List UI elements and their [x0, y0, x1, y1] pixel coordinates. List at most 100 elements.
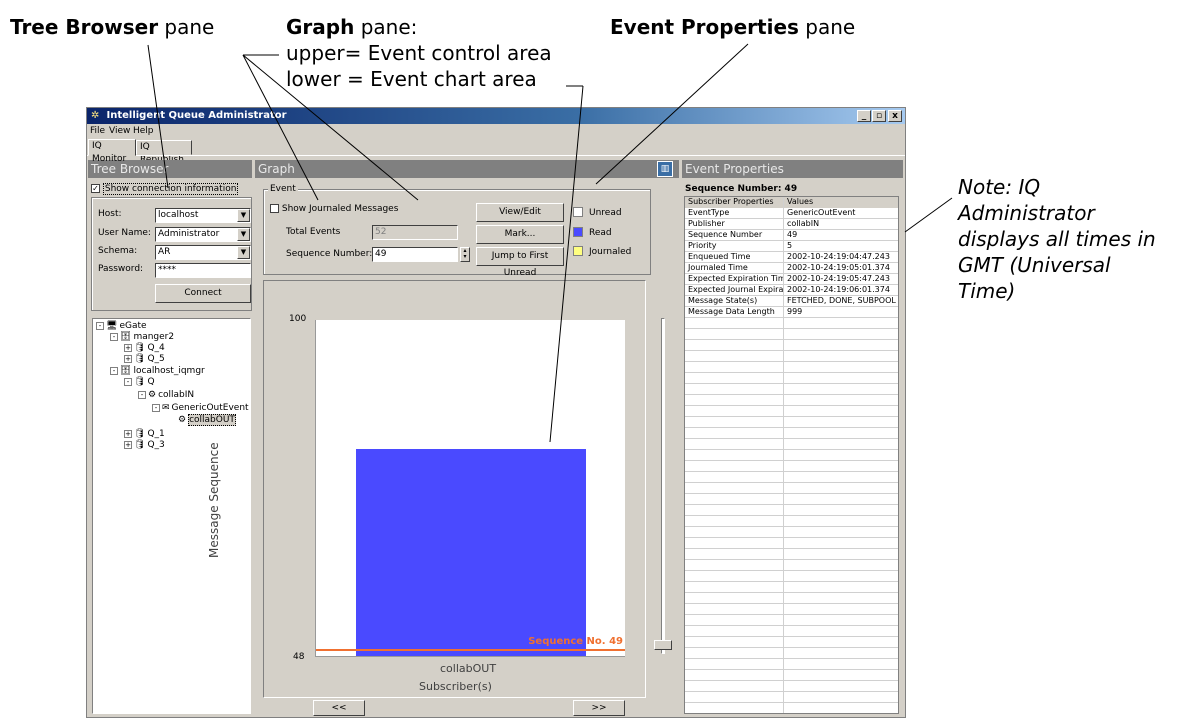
property-row [685, 604, 898, 615]
tree-node-q3[interactable]: + 🛢 Q_3 [124, 440, 165, 451]
property-row[interactable]: Expected Expiration Time 2002-10-24:19:05… [685, 274, 898, 285]
property-row[interactable]: Expected Journal Expiration2002-10-24:19… [685, 285, 898, 296]
maximize-button[interactable]: ▫ [872, 110, 886, 122]
collapse-icon[interactable]: - [110, 332, 118, 341]
tree-node-q1[interactable]: + 🛢 Q_1 [124, 429, 165, 440]
password-field[interactable]: **** [155, 263, 251, 278]
graph-header: Graph [255, 160, 679, 178]
property-value-cell [784, 637, 898, 648]
expand-icon[interactable]: + [124, 440, 132, 449]
property-value-cell [784, 560, 898, 571]
queue-icon: 🛢 [134, 429, 146, 439]
collapse-icon[interactable]: - [124, 377, 132, 386]
property-row[interactable]: Journaled Time 2002-10-24:19:05:01.374 [685, 263, 898, 274]
tree-node-collabout[interactable]: ⚙ collabOUT [178, 414, 236, 426]
property-row[interactable]: Message State(s) FETCHED, DONE, SUBPOOL [685, 296, 898, 307]
mark-button[interactable]: Mark... [476, 225, 564, 244]
property-value-cell [784, 384, 898, 395]
tree-node-collabin[interactable]: - ⚙ collabIN [138, 390, 194, 401]
sequence-spinner[interactable]: ▴ ▾ [460, 247, 470, 262]
show-journaled-label: Show Journaled Messages [281, 204, 399, 214]
tree-view[interactable]: - 🖥 eGate - 🗄 manger2 + 🛢 Q_4 + 🛢 Q_5 - 🗄 localhos… [92, 318, 251, 714]
properties-table-header: Subscriber Properties Values [685, 197, 898, 208]
property-value-cell [784, 593, 898, 604]
collapse-icon[interactable]: - [152, 403, 160, 412]
queue-icon: 🛢 [134, 354, 146, 364]
schema-combo[interactable]: AR ▼ [155, 245, 251, 260]
password-label: Password: [98, 264, 144, 274]
graph-callout: Graph pane: upper= Event control area lo… [286, 14, 552, 92]
next-button[interactable]: >> [573, 700, 625, 716]
property-name-cell [685, 516, 784, 527]
property-value-cell [784, 615, 898, 626]
minimize-button[interactable]: _ [857, 110, 871, 122]
sequence-number-field[interactable]: 49 [372, 247, 458, 262]
property-row [685, 329, 898, 340]
property-value-cell [784, 340, 898, 351]
chart-toggle-icon[interactable]: ▥ [657, 161, 673, 177]
collapse-icon[interactable]: - [96, 321, 104, 330]
spin-down-icon[interactable]: ▾ [463, 253, 466, 260]
expand-icon[interactable]: + [124, 343, 132, 352]
tree-node-label: Q_5 [147, 354, 165, 364]
tab-iq-monitor[interactable]: IQ Monitor [88, 139, 136, 164]
connect-button[interactable]: Connect [155, 284, 251, 303]
show-connection-row[interactable]: ✓ Show connection information [91, 183, 239, 195]
username-combo[interactable]: Administrator ▼ [155, 227, 251, 242]
tree-node-q5[interactable]: + 🛢 Q_5 [124, 354, 165, 365]
property-name-cell [685, 362, 784, 373]
property-value-cell [784, 670, 898, 681]
column-header-properties[interactable]: Subscriber Properties [685, 197, 784, 208]
property-value-cell [784, 318, 898, 329]
property-row [685, 560, 898, 571]
tree-node-localhost-iqmgr[interactable]: - 🗄 localhost_iqmgr [110, 366, 205, 377]
property-name-cell [685, 505, 784, 516]
tree-node-q[interactable]: - 🛢 Q [124, 377, 155, 388]
view-edit-button[interactable]: View/Edit [476, 203, 564, 222]
menu-help[interactable]: Help [133, 126, 154, 136]
tree-node-q4[interactable]: + 🛢 Q_4 [124, 343, 165, 354]
menu-view[interactable]: View [109, 126, 130, 136]
host-combo[interactable]: localhost ▼ [155, 208, 251, 223]
show-journaled-row[interactable]: Show Journaled Messages [270, 204, 398, 214]
tab-iq-republish[interactable]: IQ Republish [136, 140, 192, 165]
collapse-icon[interactable]: - [138, 390, 146, 399]
menu-file[interactable]: File [90, 126, 105, 136]
expand-icon[interactable]: + [124, 429, 132, 438]
show-journaled-checkbox[interactable] [270, 204, 279, 213]
prev-button[interactable]: << [313, 700, 365, 716]
show-connection-label: Show connection information [102, 183, 239, 195]
property-row[interactable]: Enqueued Time 2002-10-24:19:04:47.243 [685, 252, 898, 263]
property-row[interactable]: EventType GenericOutEvent [685, 208, 898, 219]
expand-icon[interactable]: + [124, 354, 132, 363]
column-header-values[interactable]: Values [784, 197, 898, 208]
property-row [685, 593, 898, 604]
property-value-cell [784, 582, 898, 593]
tree-node-label: Q_1 [147, 429, 165, 439]
property-row[interactable]: Message Data Length 999 [685, 307, 898, 318]
property-row [685, 571, 898, 582]
username-dropdown-icon[interactable]: ▼ [237, 228, 250, 241]
property-name-cell [685, 582, 784, 593]
sequence-slider-thumb[interactable] [654, 640, 672, 650]
jump-first-unread-button[interactable]: Jump to First Unread [476, 247, 564, 278]
properties-table[interactable]: Subscriber Properties Values EventType Ge… [684, 196, 899, 714]
schema-dropdown-icon[interactable]: ▼ [237, 246, 250, 259]
host-dropdown-icon[interactable]: ▼ [237, 209, 250, 222]
tree-node-egate[interactable]: - 🖥 eGate [96, 321, 147, 332]
property-value-cell: 2002-10-24:19:06:01.374 [787, 285, 890, 294]
event-properties-callout-bold: Event Properties [610, 15, 799, 39]
tree-node-genericoutevent[interactable]: - ✉ GenericOutEvent [152, 403, 249, 414]
show-connection-checkbox[interactable]: ✓ [91, 184, 100, 193]
property-row[interactable]: Sequence Number 49 [685, 230, 898, 241]
property-row[interactable]: Priority 5 [685, 241, 898, 252]
property-name-cell [685, 439, 784, 450]
collapse-icon[interactable]: - [110, 366, 118, 375]
close-button[interactable]: x [888, 110, 902, 122]
property-row[interactable]: Publisher collabIN [685, 219, 898, 230]
property-row [685, 582, 898, 593]
sequence-slider-track[interactable] [661, 318, 665, 654]
property-name-cell [685, 483, 784, 494]
tree-node-manger2[interactable]: - 🗄 manger2 [110, 332, 174, 343]
legend-read-swatch [573, 227, 583, 237]
